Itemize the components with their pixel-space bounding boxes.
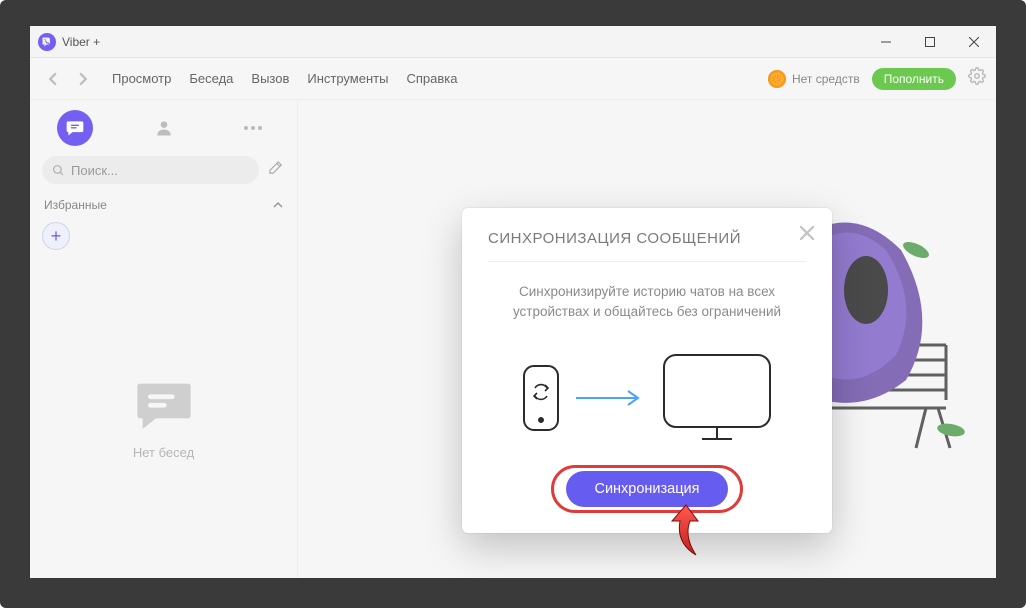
sync-modal: СИНХРОНИЗАЦИЯ СООБЩЕНИЙ Синхронизируйте … [462,208,832,533]
app-window: Viber + Просмотр Беседа Вызов Инструмент… [30,26,996,578]
empty-chats: Нет бесед [30,254,297,578]
window-title: Viber + [62,35,100,49]
tab-chats[interactable] [57,110,93,146]
menu-tools[interactable]: Инструменты [307,71,388,86]
favorites-label: Избранные [44,198,107,212]
arrow-right-icon [576,389,646,407]
nav-back-button[interactable] [40,66,66,92]
credit-status[interactable]: Нет средств [768,70,860,88]
tab-more[interactable] [235,110,271,146]
favorites-section[interactable]: Избранные [30,192,297,218]
viber-logo-icon [38,33,56,51]
sidebar: Поиск... Избранные + Нет бесед [30,100,298,578]
search-input[interactable]: Поиск... [42,156,259,184]
modal-close-button[interactable] [800,226,814,245]
tab-contacts[interactable] [146,110,182,146]
chat-bubble-icon [132,373,196,437]
main-area: Поиск... Избранные + Нет бесед [30,100,996,578]
window-close-button[interactable] [952,26,996,58]
titlebar: Viber + [30,26,996,58]
nav-forward-button[interactable] [70,66,96,92]
modal-body: Синхронизируйте историю чатов на всех ус… [488,262,806,329]
menu-help[interactable]: Справка [406,71,457,86]
menu-view[interactable]: Просмотр [112,71,171,86]
credit-icon [768,70,786,88]
add-favorite-button[interactable]: + [42,222,70,250]
search-placeholder: Поиск... [71,163,118,178]
empty-label: Нет бесед [133,445,194,460]
compose-button[interactable] [267,159,285,182]
sync-illustration [488,353,806,443]
chevron-up-icon [273,200,283,210]
window-maximize-button[interactable] [908,26,952,58]
menu-chat[interactable]: Беседа [189,71,233,86]
settings-button[interactable] [968,67,986,90]
sync-button[interactable]: Синхронизация [566,471,727,507]
window-minimize-button[interactable] [864,26,908,58]
toolbar: Просмотр Беседа Вызов Инструменты Справк… [30,58,996,100]
content-area: здесь. Выберите контакт, чтобы начать ра… [298,100,996,578]
modal-overlay: СИНХРОНИЗАЦИЯ СООБЩЕНИЙ Синхронизируйте … [298,100,996,578]
credit-label: Нет средств [792,72,860,86]
annotation-cursor-icon [666,503,716,559]
menu-call[interactable]: Вызов [251,71,289,86]
modal-title: СИНХРОНИЗАЦИЯ СООБЩЕНИЙ [488,230,806,262]
topup-button[interactable]: Пополнить [872,68,956,90]
